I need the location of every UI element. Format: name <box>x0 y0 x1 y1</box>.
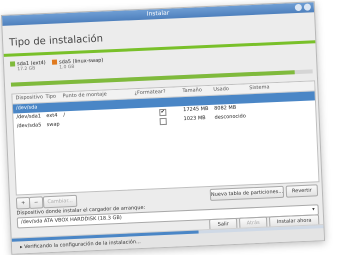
window-title: Instalar <box>146 9 170 18</box>
cell-type: swap <box>46 121 60 129</box>
progress-bar <box>11 225 324 242</box>
title-bar[interactable]: Instalar <box>1 2 315 26</box>
status-expander[interactable]: ▸ Verificando la configuración de la ins… <box>20 239 141 250</box>
cell-device: /dev/sda5 <box>16 122 42 130</box>
new-partition-table-button[interactable]: Nueva tabla de particiones... <box>209 185 285 202</box>
legend-size: 1.0 GB <box>59 64 75 71</box>
installer-window: Instalar Tipo de instalación sda1 (ext4)… <box>0 1 326 255</box>
revert-button[interactable]: Revertir <box>285 184 319 198</box>
close-icon[interactable] <box>303 3 312 11</box>
cell-mount: / <box>63 112 66 119</box>
format-checkbox[interactable] <box>159 117 167 126</box>
col-type[interactable]: Tipo <box>45 93 56 102</box>
minimize-icon[interactable] <box>294 3 303 12</box>
change-partition-button[interactable]: Cambiar... <box>42 194 78 209</box>
col-size[interactable]: Tamaño <box>182 86 202 96</box>
ext4-swatch <box>9 61 16 67</box>
col-used[interactable]: Usado <box>213 85 229 95</box>
col-system[interactable]: Sistema <box>249 83 270 93</box>
bootloader-value: /dev/sda ATA VBOX HARDDISK (18.3 GB) <box>20 214 122 226</box>
page-title: Tipo de instalación <box>8 33 104 49</box>
partition-table[interactable]: Dispositivo Tipo Punto de montaje ¿Forma… <box>11 80 320 196</box>
chevron-down-icon: ▾ <box>312 206 315 213</box>
legend-item-sda1: sda1 (ext4) 17.2 GB <box>9 60 46 74</box>
status-text: Verificando la configuración de la insta… <box>24 239 141 251</box>
cell-used: desconocido <box>214 113 246 121</box>
legend-item-sda5: sda5 (linux-swap) 1.0 GB <box>51 58 104 72</box>
cell-size: 1023 MB <box>183 115 206 123</box>
col-format[interactable]: ¿Formatear? <box>134 88 165 98</box>
screen: Instalar Tipo de instalación sda1 (ext4)… <box>0 0 338 255</box>
col-device[interactable]: Dispositivo <box>15 93 43 103</box>
swap-swatch <box>51 59 58 65</box>
remove-partition-button[interactable]: − <box>28 196 44 209</box>
legend-size: 17.2 GB <box>17 66 36 73</box>
footer: ▸ Verificando la configuración de la ins… <box>11 224 325 255</box>
